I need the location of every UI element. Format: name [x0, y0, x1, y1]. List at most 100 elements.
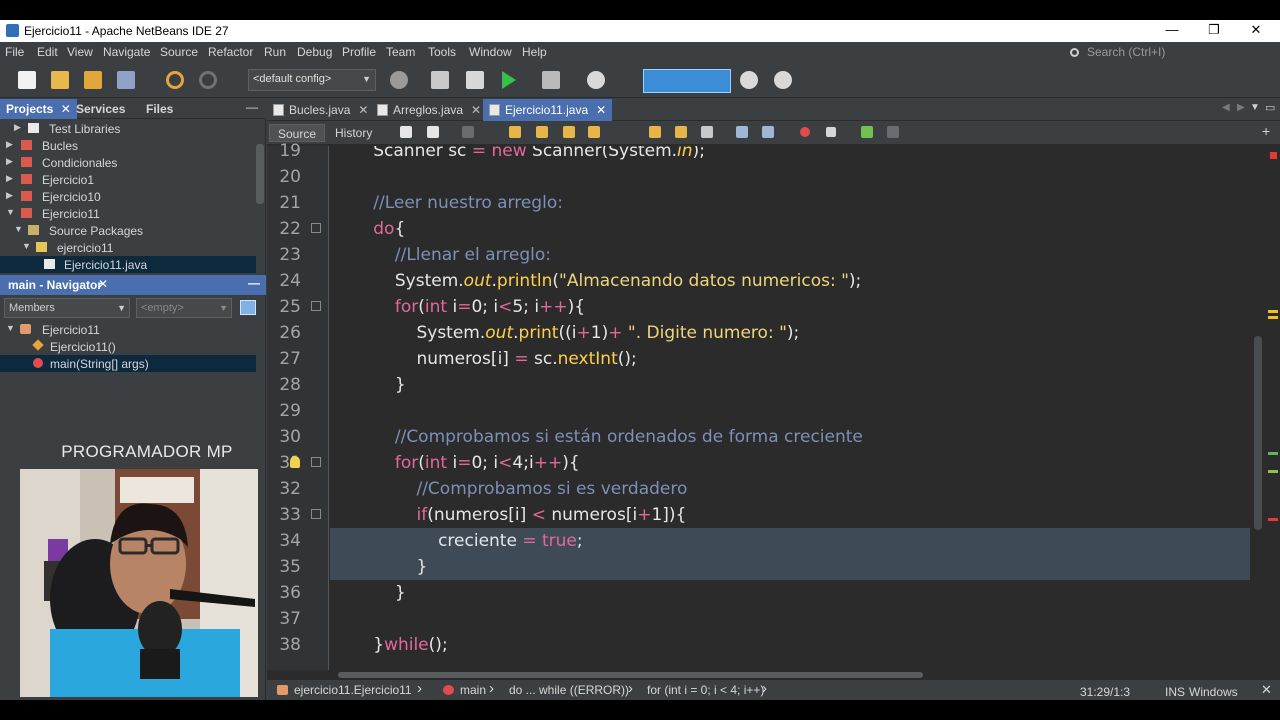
editor-horizontal-scrollbar[interactable]	[330, 671, 1250, 679]
code-line[interactable]: System.out.println("Almacenando datos nu…	[330, 268, 1250, 294]
clean-build-icon[interactable]	[466, 71, 484, 89]
tree-item[interactable]: ▶ Ejercicio1	[0, 171, 256, 188]
breadcrumb-for[interactable]: for (int i = 0; i < 4; i++)	[647, 683, 764, 697]
prev-bookmark-icon[interactable]	[649, 126, 661, 138]
code-line[interactable]	[330, 398, 1250, 424]
debug-icon[interactable]	[542, 71, 560, 89]
open-project-icon[interactable]	[84, 71, 102, 89]
minimize-panel-icon[interactable]: —	[248, 276, 260, 290]
tree-item-selected[interactable]: Ejercicio11.java	[0, 256, 256, 273]
file-tab-bucles[interactable]: Bucles.java ✕	[267, 99, 374, 121]
tab-scroll-left-icon[interactable]: ◀	[1222, 102, 1230, 113]
tree-item[interactable]: ▶ Bucles	[0, 137, 256, 154]
breadcrumb-class[interactable]: ejercicio11.Ejercicio11	[277, 683, 412, 697]
undo-icon[interactable]	[166, 71, 184, 89]
last-edit-icon[interactable]	[400, 126, 412, 138]
tree-item[interactable]: ▼ Ejercicio11	[0, 205, 256, 222]
back-icon[interactable]	[427, 126, 439, 138]
scroll-thumb[interactable]	[338, 672, 923, 678]
redo-icon[interactable]	[199, 71, 217, 89]
code-line[interactable]: }while();	[330, 632, 1250, 658]
menu-profile[interactable]: Profile	[342, 45, 376, 59]
global-search[interactable]: Search (Ctrl+I)	[1070, 45, 1165, 59]
menu-file[interactable]: File	[5, 45, 24, 59]
save-all-icon[interactable]	[117, 71, 135, 89]
menu-tools[interactable]: Tools	[428, 45, 456, 59]
find-next-icon[interactable]	[563, 126, 575, 138]
close-icon[interactable]: ✕	[358, 103, 368, 117]
restore-button[interactable]: ❐	[1192, 22, 1236, 40]
tab-list-dropdown-icon[interactable]: ▼	[1250, 102, 1260, 113]
code-line[interactable]: for(int i=0; i<4;i++){	[330, 450, 1250, 476]
globe-icon[interactable]	[390, 71, 408, 89]
code-line[interactable]	[330, 164, 1250, 190]
close-icon[interactable]: ✕	[98, 277, 108, 291]
new-file-icon[interactable]	[18, 71, 36, 89]
change-marker[interactable]	[1268, 470, 1278, 473]
navigator-options-icon[interactable]	[240, 300, 256, 315]
code-line[interactable]: do{	[330, 216, 1250, 242]
code-line[interactable]: //Llenar el arreglo:	[330, 242, 1250, 268]
gc-icon[interactable]	[740, 71, 758, 89]
start-macro-icon[interactable]	[800, 127, 810, 137]
maximize-editor-icon[interactable]: ▭	[1265, 101, 1275, 114]
breadcrumb-do-while[interactable]: do ... while ((ERROR))	[509, 683, 629, 697]
code-line[interactable]: }	[330, 554, 1250, 580]
menu-source[interactable]: Source	[160, 45, 198, 59]
stop-macro-icon[interactable]	[826, 127, 836, 137]
collapse-icon[interactable]: ▼	[6, 207, 15, 217]
code-area[interactable]: Scanner sc = new Scanner(System.in); //L…	[330, 146, 1250, 670]
tab-scroll-right-icon[interactable]: ▶	[1237, 102, 1245, 113]
memory-usage-indicator[interactable]	[643, 69, 731, 93]
tree-item[interactable]: ▶ Condicionales	[0, 154, 256, 171]
history-mode-button[interactable]: History	[327, 124, 380, 142]
code-line[interactable]: System.out.print((i+1)+ ". Digite numero…	[330, 320, 1250, 346]
run-icon[interactable]	[502, 71, 516, 89]
navigator-item[interactable]: Ejercicio11()	[0, 338, 256, 355]
collapse-icon[interactable]: ▼	[14, 224, 23, 234]
find-previous-icon[interactable]	[536, 126, 548, 138]
file-tab-ejercicio11[interactable]: Ejercicio11.java ✕	[483, 99, 613, 121]
tab-files[interactable]: Files	[140, 99, 179, 119]
new-project-icon[interactable]	[51, 71, 69, 89]
tab-projects[interactable]: Projects ✕	[0, 99, 77, 119]
menu-view[interactable]: View	[67, 45, 93, 59]
code-line[interactable]: for(int i=0; i<5; i++){	[330, 294, 1250, 320]
tree-item[interactable]: ▼ ejercicio11	[0, 239, 256, 256]
tab-services[interactable]: Services	[70, 99, 131, 119]
menu-run[interactable]: Run	[264, 45, 286, 59]
profile-icon[interactable]	[587, 71, 605, 89]
menu-debug[interactable]: Debug	[297, 45, 332, 59]
error-marker-icon[interactable]	[1270, 152, 1277, 159]
code-line[interactable]: creciente = true;	[330, 528, 1250, 554]
navigator-item-selected[interactable]: main(String[] args)	[0, 355, 256, 372]
code-line[interactable]: Scanner sc = new Scanner(System.in);	[330, 146, 1250, 164]
code-line[interactable]: //Comprobamos si es verdadero	[330, 476, 1250, 502]
shift-right-icon[interactable]	[762, 126, 774, 138]
forward-icon[interactable]	[462, 126, 474, 138]
tree-item[interactable]: ▶ Ejercicio10	[0, 188, 256, 205]
code-line[interactable]: //Leer nuestro arreglo:	[330, 190, 1250, 216]
project-tree-scrollbar[interactable]	[256, 144, 264, 204]
error-marker[interactable]	[1268, 518, 1278, 521]
build-hammer-icon[interactable]	[431, 71, 449, 89]
menu-refactor[interactable]: Refactor	[208, 45, 253, 59]
code-line[interactable]: }	[330, 580, 1250, 606]
menu-navigate[interactable]: Navigate	[103, 45, 150, 59]
collapse-icon[interactable]: ▼	[22, 241, 31, 251]
tree-item[interactable]: ▶ Test Libraries	[0, 120, 256, 137]
file-tab-arreglos[interactable]: Arreglos.java ✕	[371, 99, 487, 121]
menu-team[interactable]: Team	[386, 45, 415, 59]
minimize-panel-icon[interactable]: —	[246, 100, 258, 114]
fold-toggle-icon[interactable]	[311, 457, 321, 467]
menu-window[interactable]: Window	[469, 45, 512, 59]
empty-select[interactable]: <empty> ▼	[136, 298, 232, 318]
expand-icon[interactable]: ▶	[6, 156, 13, 167]
uncomment-icon[interactable]	[887, 126, 899, 138]
expand-icon[interactable]: ▶	[6, 173, 13, 184]
next-bookmark-icon[interactable]	[675, 126, 687, 138]
code-line[interactable]: numeros[i] = sc.nextInt();	[330, 346, 1250, 372]
close-icon[interactable]: ✕	[596, 103, 606, 117]
shift-left-icon[interactable]	[736, 126, 748, 138]
close-icon[interactable]: ✕	[471, 103, 481, 117]
